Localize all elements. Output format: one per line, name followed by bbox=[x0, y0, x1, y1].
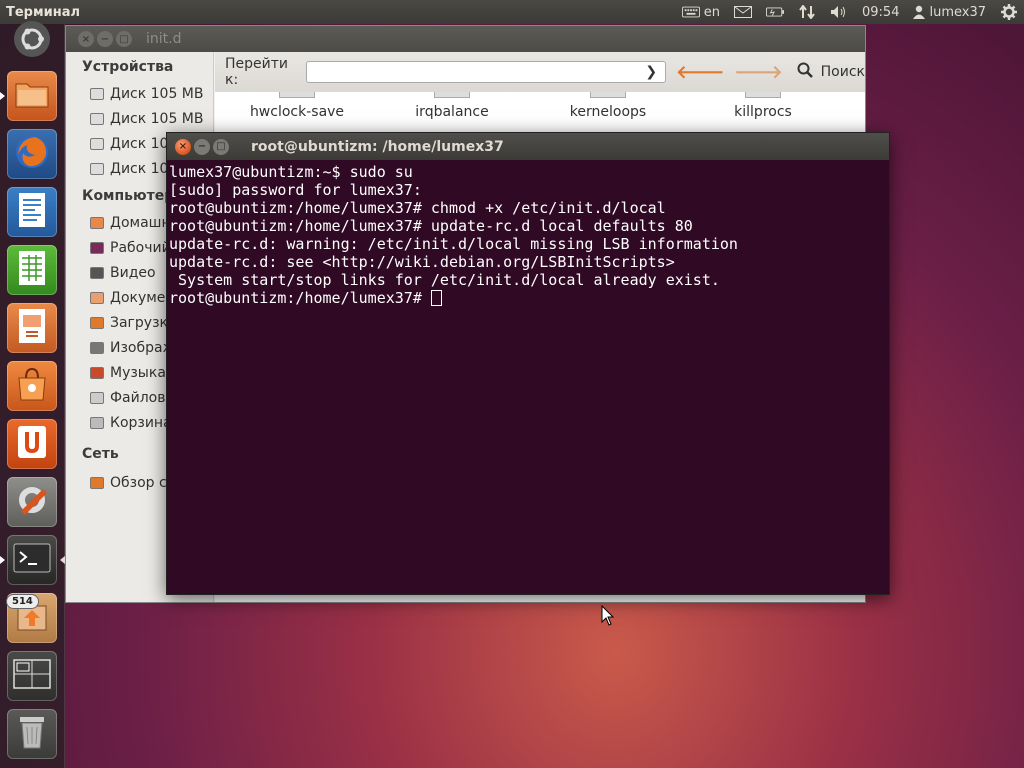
script-file-icon bbox=[434, 92, 470, 98]
user-icon[interactable] bbox=[913, 5, 926, 19]
gear-icon[interactable] bbox=[1000, 4, 1018, 20]
terminal-close-button[interactable]: × bbox=[175, 138, 191, 155]
file-manager-minimize-button[interactable]: − bbox=[97, 31, 113, 47]
goto-location-input[interactable]: ❯ bbox=[306, 61, 667, 83]
chevron-right-icon[interactable]: ❯ bbox=[645, 64, 657, 80]
terminal-line: update-rc.d: see <http://wiki.debian.org… bbox=[169, 253, 675, 271]
terminal-line: System start/stop links for /etc/init.d/… bbox=[169, 271, 720, 289]
app-title: Терминал bbox=[6, 4, 81, 20]
top-panel: Терминал en 09:54 lumex37 bbox=[0, 0, 1024, 24]
settings-icon bbox=[13, 481, 51, 523]
terminal-line: update-rc.d: warning: /etc/init.d/local … bbox=[169, 235, 738, 253]
terminal-prompt-line[interactable]: root@ubuntizm:/home/lumex37# bbox=[169, 289, 889, 307]
filesystem-icon bbox=[90, 391, 104, 404]
terminal-minimize-button[interactable]: − bbox=[194, 138, 210, 155]
launcher-libreoffice-calc[interactable] bbox=[7, 245, 57, 295]
launcher-workspace-switcher[interactable] bbox=[7, 651, 57, 701]
disk-icon bbox=[90, 87, 104, 100]
sidebar-item-disk[interactable]: Диск 105 MB bbox=[66, 81, 213, 106]
file-item[interactable]: hwclock-save bbox=[232, 92, 362, 120]
terminal-icon bbox=[13, 543, 51, 577]
user-name[interactable]: lumex37 bbox=[929, 5, 986, 20]
launcher-ubuntu-one[interactable] bbox=[7, 419, 57, 469]
terminal-cursor bbox=[430, 290, 442, 306]
launcher: 514 bbox=[0, 21, 65, 768]
trash-icon bbox=[17, 714, 47, 754]
ubuntu-logo-icon bbox=[12, 19, 52, 63]
system-tray: en 09:54 lumex37 bbox=[681, 4, 1024, 20]
clock[interactable]: 09:54 bbox=[862, 5, 899, 20]
documents-folder-icon bbox=[90, 291, 104, 304]
goto-label: Перейти к: bbox=[225, 56, 288, 88]
volume-icon[interactable] bbox=[830, 5, 848, 19]
disk-icon bbox=[90, 112, 104, 125]
pictures-folder-icon bbox=[90, 341, 104, 354]
mail-icon[interactable] bbox=[734, 5, 752, 19]
update-count-badge: 514 bbox=[6, 594, 39, 609]
mouse-pointer-icon bbox=[601, 604, 615, 631]
terminal-line: lumex37@ubuntizm:~$ sudo su bbox=[169, 163, 413, 181]
impress-icon bbox=[17, 308, 47, 348]
network-icon bbox=[90, 476, 104, 489]
launcher-libreoffice-impress[interactable] bbox=[7, 303, 57, 353]
shopping-bag-icon bbox=[15, 366, 49, 406]
launcher-libreoffice-writer[interactable] bbox=[7, 187, 57, 237]
launcher-files[interactable] bbox=[0, 71, 57, 121]
writer-icon bbox=[17, 192, 47, 232]
terminal-titlebar[interactable]: × − □ root@ubuntizm: /home/lumex37 bbox=[167, 133, 889, 160]
file-manager-close-button[interactable]: × bbox=[78, 31, 94, 47]
file-manager-titlebar[interactable]: × − □ init.d bbox=[66, 26, 865, 52]
launcher-terminal[interactable] bbox=[0, 535, 65, 585]
folder-icon bbox=[15, 80, 49, 112]
terminal-output[interactable]: lumex37@ubuntizm:~$ sudo su [sudo] passwo… bbox=[167, 160, 889, 307]
network-icon[interactable] bbox=[798, 5, 816, 19]
home-folder-icon bbox=[90, 216, 104, 229]
terminal-line: root@ubuntizm:/home/lumex37# chmod +x /e… bbox=[169, 199, 666, 217]
keyboard-icon[interactable] bbox=[681, 5, 700, 19]
sidebar-item-disk[interactable]: Диск 105 MB bbox=[66, 106, 213, 131]
script-file-icon bbox=[745, 92, 781, 98]
terminal-line: root@ubuntizm:/home/lumex37# update-rc.d… bbox=[169, 217, 693, 235]
script-file-icon bbox=[590, 92, 626, 98]
keyboard-layout-indicator[interactable]: en bbox=[704, 5, 720, 20]
file-manager-toolbar: Перейти к: ❯ 🡐 🡒 Поиск bbox=[215, 52, 865, 92]
terminal-maximize-button[interactable]: □ bbox=[213, 138, 229, 155]
video-folder-icon bbox=[90, 266, 104, 279]
battery-icon[interactable] bbox=[766, 5, 784, 19]
terminal-window: × − □ root@ubuntizm: /home/lumex37 lumex… bbox=[166, 132, 890, 595]
sidebar-devices-header: Устройства bbox=[82, 59, 174, 75]
back-arrow-icon[interactable]: 🡐 bbox=[676, 62, 724, 83]
script-file-icon bbox=[279, 92, 315, 98]
ubuntu-one-icon bbox=[17, 425, 47, 463]
firefox-icon bbox=[13, 133, 51, 175]
file-item[interactable]: irqbalance bbox=[387, 92, 517, 120]
search-button[interactable]: Поиск bbox=[821, 64, 865, 80]
file-manager-maximize-button[interactable]: □ bbox=[116, 31, 132, 47]
terminal-line: [sudo] password for lumex37: bbox=[169, 181, 422, 199]
launcher-firefox[interactable] bbox=[7, 129, 57, 179]
desktop-icon bbox=[90, 241, 104, 254]
workspaces-icon bbox=[13, 659, 51, 693]
disk-icon bbox=[90, 162, 104, 175]
search-icon[interactable] bbox=[797, 62, 813, 82]
terminal-prompt: root@ubuntizm:/home/lumex37# bbox=[169, 289, 431, 307]
launcher-system-settings[interactable] bbox=[7, 477, 57, 527]
file-item[interactable]: killprocs bbox=[698, 92, 828, 120]
launcher-dash-home[interactable] bbox=[7, 16, 57, 66]
file-manager-title: init.d bbox=[146, 31, 182, 47]
forward-arrow-icon[interactable]: 🡒 bbox=[734, 62, 782, 83]
calc-icon bbox=[17, 250, 47, 290]
file-item[interactable]: kerneloops bbox=[543, 92, 673, 120]
music-folder-icon bbox=[90, 366, 104, 379]
launcher-software-center[interactable] bbox=[7, 361, 57, 411]
disk-icon bbox=[90, 137, 104, 150]
launcher-trash[interactable] bbox=[7, 709, 57, 759]
trash-icon bbox=[90, 416, 104, 429]
downloads-folder-icon bbox=[90, 316, 104, 329]
terminal-title: root@ubuntizm: /home/lumex37 bbox=[251, 138, 504, 155]
